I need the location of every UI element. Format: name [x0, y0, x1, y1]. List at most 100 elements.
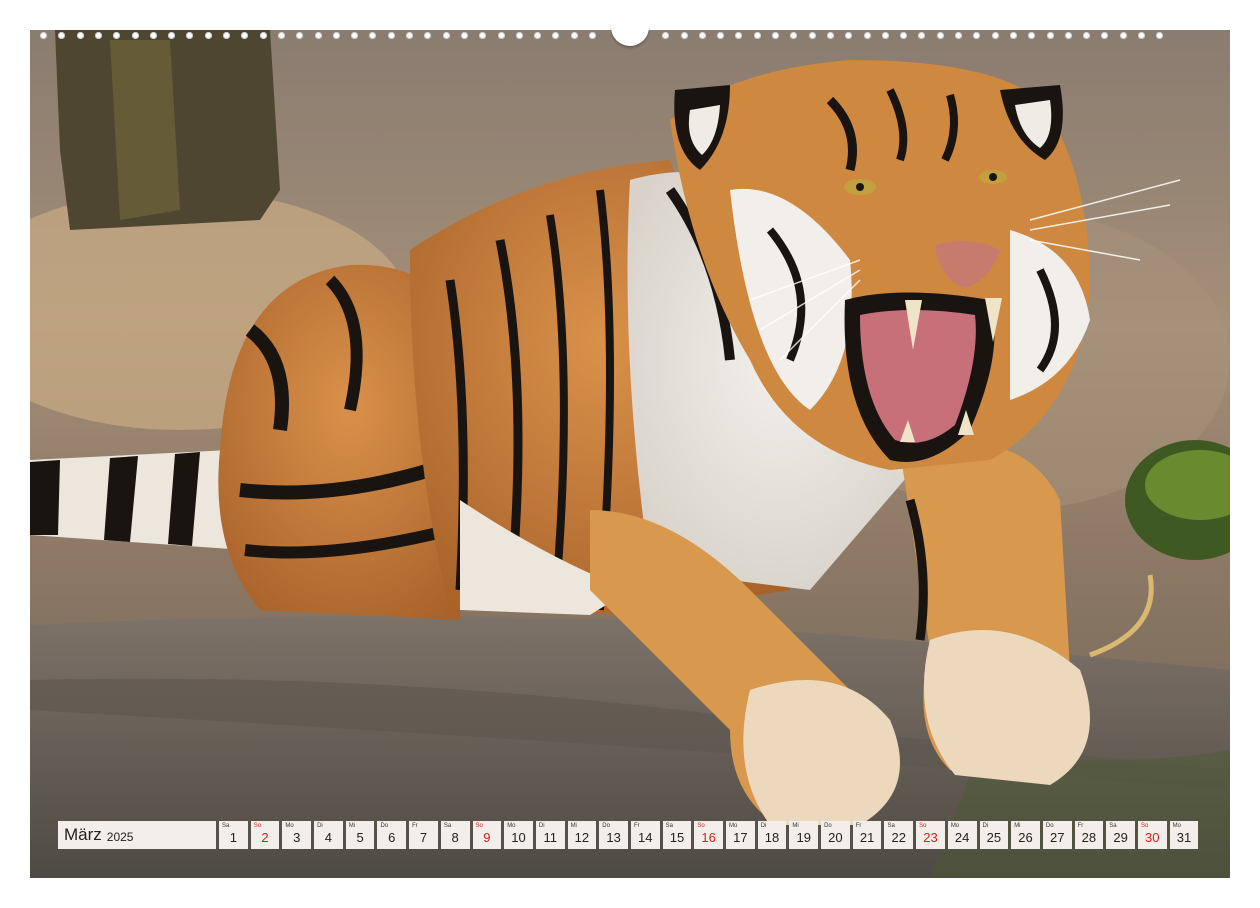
day-cell: Mo 31 — [1169, 821, 1199, 849]
binding-hole — [1083, 32, 1091, 39]
day-number: 4 — [324, 830, 333, 845]
weekday-label: So — [475, 823, 483, 829]
day-number: 11 — [543, 830, 557, 845]
day-number: 31 — [1176, 830, 1192, 845]
day-number: 24 — [954, 830, 970, 845]
weekday-label: So — [697, 823, 705, 829]
weekday-label: Di — [982, 823, 989, 829]
binding-hole — [241, 32, 249, 39]
binding-hole — [589, 32, 596, 39]
day-number: 16 — [701, 830, 716, 845]
binding-hole — [973, 32, 981, 39]
day-number: 9 — [483, 830, 491, 845]
day-number: 19 — [796, 830, 811, 845]
binding-hole — [772, 32, 779, 39]
day-number: 22 — [891, 830, 907, 845]
weekday-label: Sa — [1109, 823, 1117, 829]
weekday-label: Mo — [1172, 823, 1181, 829]
day-number: 14 — [638, 830, 653, 845]
weekday-label: Mi — [570, 823, 577, 829]
binding-hole — [406, 32, 413, 39]
weekday-label: Do — [824, 823, 832, 829]
binding-hole — [936, 32, 944, 39]
binding-hole — [753, 32, 761, 39]
binding-hole — [497, 32, 505, 39]
binding-hole — [534, 32, 542, 39]
weekday-label: So — [253, 823, 262, 829]
day-cell: Mi 5 — [345, 821, 375, 849]
day-cell: Mo 10 — [504, 821, 533, 849]
day-cell: Do 20 — [821, 821, 850, 849]
weekday-label: Do — [1045, 823, 1054, 829]
weekday-label: So — [919, 823, 927, 829]
day-number: 5 — [356, 830, 364, 845]
day-cell: Di 4 — [314, 821, 343, 849]
weekday-label: Fr — [1077, 823, 1084, 829]
binding-hole — [40, 32, 47, 39]
day-cell: So 23 — [916, 821, 945, 849]
day-cell: Sa 1 — [219, 821, 248, 849]
binding-hole — [735, 32, 743, 39]
binding-hole — [680, 32, 688, 39]
binding-hole — [863, 32, 871, 39]
binding-hole — [479, 32, 487, 39]
month-label: März 2025 — [58, 821, 216, 849]
day-number: 28 — [1081, 830, 1097, 845]
weekday-label: Mo — [729, 823, 738, 829]
day-cell: Di 25 — [979, 821, 1009, 849]
day-cell: Fr 28 — [1074, 821, 1104, 849]
binding-hole — [277, 32, 285, 39]
day-number: 29 — [1113, 830, 1128, 845]
weekday-label: Mo — [507, 823, 516, 829]
weekday-label: Sa — [443, 823, 452, 829]
binding-hole — [1009, 32, 1017, 39]
day-number: 18 — [764, 830, 780, 845]
day-number: 20 — [828, 830, 843, 845]
binding-hole — [1101, 32, 1109, 39]
binding-hole — [149, 32, 157, 39]
binding-hole — [881, 32, 889, 39]
binding-hole — [717, 32, 725, 39]
weekday-label: Mi — [792, 823, 799, 829]
weekday-label: Di — [760, 823, 767, 829]
weekday-label: Mo — [285, 823, 294, 829]
binding-hole — [1119, 32, 1127, 39]
binding-hole — [1064, 32, 1072, 39]
binding-hole — [259, 32, 267, 39]
day-cell: Mi 26 — [1011, 821, 1040, 849]
day-cell: Mi 12 — [567, 821, 597, 849]
day-number: 7 — [419, 830, 428, 845]
binding-hole — [424, 32, 432, 39]
binding-hole — [296, 32, 304, 39]
day-number: 3 — [293, 830, 301, 845]
day-cell: Do 27 — [1042, 821, 1072, 849]
day-cell: Di 18 — [757, 821, 787, 849]
binding-hole — [698, 32, 706, 39]
day-cell: Mo 24 — [947, 821, 977, 849]
binding-hole — [552, 32, 560, 39]
weekday-label: Mi — [1014, 823, 1021, 829]
weekday-label: Mo — [950, 823, 960, 829]
day-number: 10 — [511, 830, 526, 845]
day-number: 23 — [923, 830, 938, 845]
tiger-photo-illustration — [30, 30, 1230, 878]
day-cell: Sa 29 — [1106, 821, 1135, 849]
binding-hole — [918, 32, 926, 39]
day-number: 13 — [606, 830, 621, 845]
weekday-label: Fr — [855, 823, 862, 829]
weekday-label: So — [1140, 823, 1149, 829]
binding-hole — [845, 32, 853, 39]
day-cell: So 9 — [472, 821, 502, 849]
binding-hole — [131, 32, 139, 39]
month-year: 2025 — [106, 829, 134, 844]
day-number: 12 — [574, 830, 590, 845]
binding-hole — [351, 32, 359, 39]
day-cell: So 30 — [1137, 821, 1167, 849]
day-cell: Do 6 — [377, 821, 407, 849]
binding-hole — [113, 32, 121, 39]
binding-hole — [1156, 32, 1164, 39]
binding-hole — [1138, 32, 1145, 39]
binding-hole — [570, 32, 578, 39]
binding-hole — [76, 32, 84, 39]
weekday-label: Fr — [412, 823, 418, 829]
